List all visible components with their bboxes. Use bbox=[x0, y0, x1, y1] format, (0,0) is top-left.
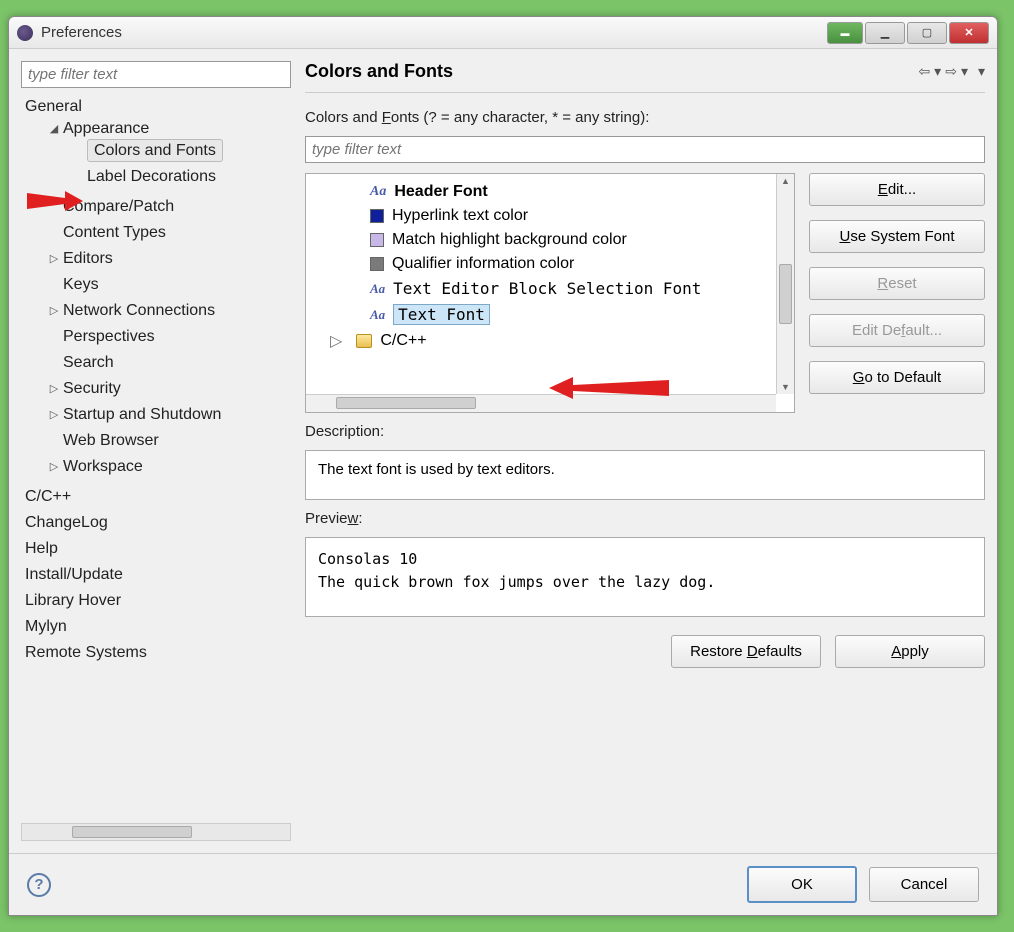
back-icon[interactable]: ⇦ bbox=[918, 63, 930, 80]
tree-item-general[interactable]: General ◢Appearance Colors and Fonts Lab… bbox=[21, 94, 291, 484]
sidebar-filter-input[interactable] bbox=[21, 61, 291, 88]
tree-item-install-update[interactable]: Install/Update bbox=[21, 562, 291, 588]
tree-item-colors-fonts[interactable]: Colors and Fonts bbox=[47, 138, 291, 164]
tree-item-text-font[interactable]: Aa Text Font bbox=[310, 301, 772, 328]
tree-item-label-decorations[interactable]: Label Decorations bbox=[47, 164, 291, 190]
help-icon[interactable]: ? bbox=[27, 873, 51, 897]
back-menu-icon[interactable]: ▾ bbox=[934, 63, 941, 80]
tree-item-editors[interactable]: ▷Editors bbox=[25, 246, 291, 272]
tree-item-network[interactable]: ▷Network Connections bbox=[25, 298, 291, 324]
tree-item-security[interactable]: ▷Security bbox=[25, 376, 291, 402]
maximize-button[interactable]: ▢ bbox=[907, 22, 947, 44]
cancel-button[interactable]: Cancel bbox=[869, 867, 979, 902]
tree-item-ccpp[interactable]: C/C++ bbox=[21, 484, 291, 510]
tree-item-workspace[interactable]: ▷Workspace bbox=[25, 454, 291, 480]
color-swatch-icon bbox=[370, 233, 384, 247]
restore-defaults-button[interactable]: Restore Defaults bbox=[671, 635, 821, 668]
tree-item-keys[interactable]: Keys bbox=[25, 272, 291, 298]
scroll-up-icon[interactable]: ▲ bbox=[781, 176, 790, 186]
tree-item-library-hover[interactable]: Library Hover bbox=[21, 588, 291, 614]
preview-box: Consolas 10 The quick brown fox jumps ov… bbox=[305, 537, 985, 617]
close-button[interactable]: ✕ bbox=[949, 22, 989, 44]
edit-default-button[interactable]: Edit Default... bbox=[809, 314, 985, 347]
use-system-font-button[interactable]: Use System Font bbox=[809, 220, 985, 253]
view-menu-icon[interactable]: ▾ bbox=[978, 63, 985, 80]
reset-button[interactable]: Reset bbox=[809, 267, 985, 300]
tree-item-hyperlink-color[interactable]: Hyperlink text color bbox=[310, 204, 772, 228]
apply-button[interactable]: Apply bbox=[835, 635, 985, 668]
misc-button[interactable]: ▬ bbox=[827, 22, 863, 44]
app-icon bbox=[17, 25, 33, 41]
go-to-default-button[interactable]: Go to Default bbox=[809, 361, 985, 394]
preview-label: Preview: bbox=[305, 510, 985, 527]
forward-menu-icon[interactable]: ▾ bbox=[961, 63, 968, 80]
description-box: The text font is used by text editors. bbox=[305, 450, 985, 500]
tree-item-perspectives[interactable]: Perspectives bbox=[25, 324, 291, 350]
sidebar: General ◢Appearance Colors and Fonts Lab… bbox=[21, 61, 291, 841]
scroll-down-icon[interactable]: ▼ bbox=[781, 382, 790, 392]
minimize-button[interactable]: ▁ bbox=[865, 22, 905, 44]
page-title: Colors and Fonts bbox=[305, 61, 453, 82]
colors-fonts-filter-input[interactable] bbox=[305, 136, 985, 163]
titlebar: Preferences ▬ ▁ ▢ ✕ bbox=[9, 17, 997, 49]
sidebar-hscrollbar[interactable] bbox=[21, 823, 291, 841]
tree-item-block-selection-font[interactable]: Aa Text Editor Block Selection Font bbox=[310, 276, 772, 301]
tree-item-remote-systems[interactable]: Remote Systems bbox=[21, 640, 291, 666]
edit-button[interactable]: Edit... bbox=[809, 173, 985, 206]
font-aa-icon: Aa bbox=[370, 281, 385, 297]
tree-item-startup[interactable]: ▷Startup and Shutdown bbox=[25, 402, 291, 428]
tree-item-appearance[interactable]: ◢Appearance Colors and Fonts Label Decor… bbox=[25, 116, 291, 194]
dialog-footer: ? OK Cancel bbox=[9, 853, 997, 915]
tree-vscrollbar[interactable]: ▲ ▼ bbox=[776, 174, 794, 394]
tree-item-compare-patch[interactable]: Compare/Patch bbox=[25, 194, 291, 220]
colors-fonts-tree[interactable]: Aa Header Font Hyperlink text color Matc bbox=[305, 173, 795, 413]
tree-item-web-browser[interactable]: Web Browser bbox=[25, 428, 291, 454]
filter-label: Colors and Fonts (? = any character, * =… bbox=[305, 109, 985, 126]
preferences-tree[interactable]: General ◢Appearance Colors and Fonts Lab… bbox=[21, 94, 291, 819]
window-title: Preferences bbox=[41, 24, 122, 41]
tree-item-search[interactable]: Search bbox=[25, 350, 291, 376]
tree-item-content-types[interactable]: Content Types bbox=[25, 220, 291, 246]
tree-item-mylyn[interactable]: Mylyn bbox=[21, 614, 291, 640]
tree-item-ccpp-category[interactable]: ▷ C/C++ bbox=[310, 328, 772, 354]
folder-icon bbox=[356, 334, 372, 348]
tree-item-header-font[interactable]: Aa Header Font bbox=[310, 180, 772, 204]
description-label: Description: bbox=[305, 423, 985, 440]
tree-item-match-highlight[interactable]: Match highlight background color bbox=[310, 228, 772, 252]
ok-button[interactable]: OK bbox=[747, 866, 857, 903]
color-swatch-icon bbox=[370, 257, 384, 271]
color-swatch-icon bbox=[370, 209, 384, 223]
font-aa-icon: Aa bbox=[370, 307, 385, 323]
font-aa-icon: Aa bbox=[370, 184, 386, 200]
tree-item-changelog[interactable]: ChangeLog bbox=[21, 510, 291, 536]
tree-item-qualifier-color[interactable]: Qualifier information color bbox=[310, 252, 772, 276]
tree-item-help[interactable]: Help bbox=[21, 536, 291, 562]
forward-icon[interactable]: ⇨ bbox=[945, 63, 957, 80]
preferences-window: Preferences ▬ ▁ ▢ ✕ General ◢Appearance bbox=[8, 16, 998, 916]
main-panel: Colors and Fonts ⇦ ▾ ⇨ ▾ ▾ Colors and Fo… bbox=[305, 61, 985, 841]
tree-hscrollbar[interactable] bbox=[306, 394, 776, 412]
